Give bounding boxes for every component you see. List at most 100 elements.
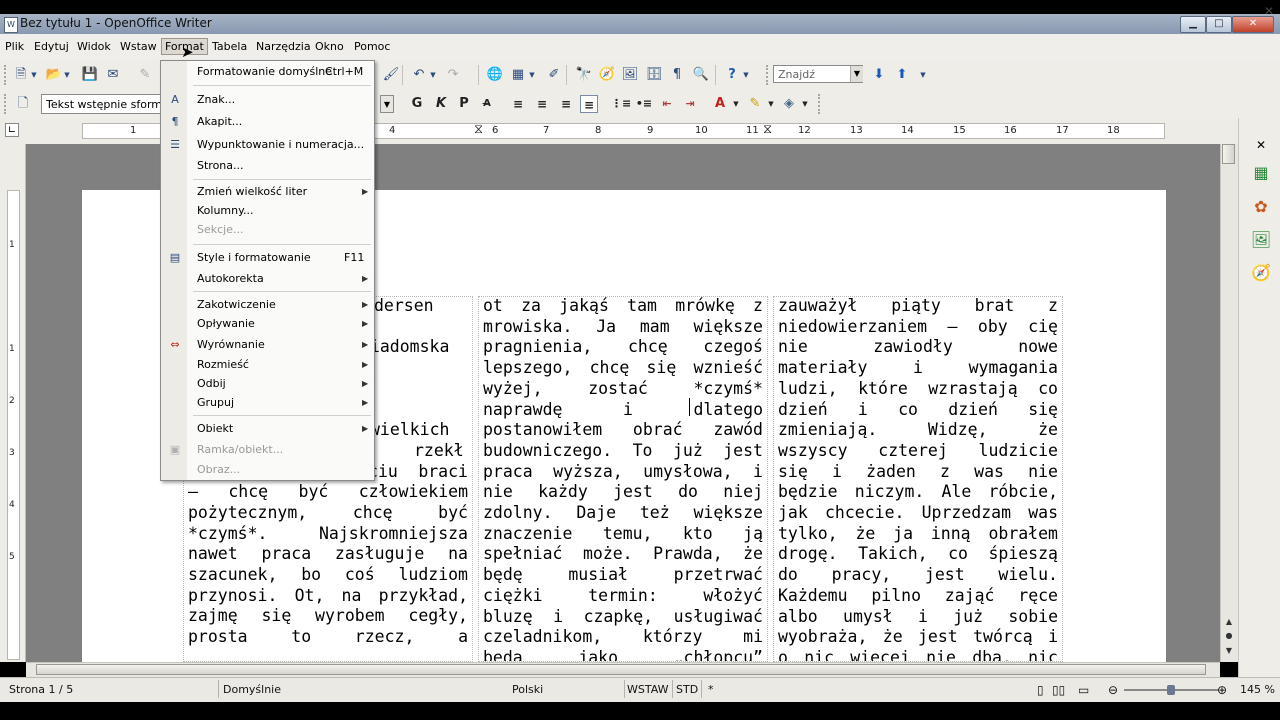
undo-dropdown-icon[interactable]: ▼ [428, 66, 438, 84]
toolbar-grip[interactable] [818, 94, 824, 114]
menu-item-wrap[interactable]: Opływanie [197, 317, 255, 330]
page-style[interactable]: Domyślnie [223, 683, 281, 696]
next-page-icon[interactable]: ▼ [1222, 645, 1236, 657]
book-view-icon[interactable]: ▭ [1078, 683, 1089, 697]
align-right-icon[interactable]: ≡ [557, 95, 575, 113]
menu-edytuj[interactable]: Edytuj [34, 40, 69, 53]
new-dropdown-icon[interactable]: ▼ [29, 66, 39, 84]
toolbar-grip[interactable] [4, 94, 10, 114]
menu-widok[interactable]: Widok [77, 40, 111, 53]
horizontal-scroll-thumb[interactable] [36, 664, 1206, 675]
justify-icon[interactable]: ≡ [580, 95, 598, 113]
vertical-scrollbar[interactable] [1220, 144, 1238, 662]
menu-plik[interactable]: Plik [5, 40, 24, 53]
text-column-2[interactable]: ot za jakąś tam mrówkę z mrowiska. Ja ma… [478, 296, 768, 662]
underline-icon[interactable]: P [455, 95, 473, 113]
toolbar-grip[interactable] [4, 65, 10, 85]
find-dropdown-icon[interactable]: ▼ [850, 66, 863, 82]
menu-item-bullets-numbering[interactable]: Wypunktowanie i numeracja... [197, 138, 364, 151]
menu-item-alignment[interactable]: Wyrównanie [197, 338, 265, 351]
numbering-icon[interactable]: ⋮≡ [611, 95, 631, 113]
menu-item-columns[interactable]: Kolumny... [197, 204, 254, 217]
align-left-icon[interactable]: ≡ [509, 95, 527, 113]
italic-icon[interactable]: K [432, 95, 450, 113]
font-color-dropdown-icon[interactable]: ▼ [731, 95, 741, 113]
decrease-indent-icon[interactable]: ⇤ [658, 95, 676, 113]
toolbar-overflow-icon[interactable]: ▼ [918, 66, 928, 84]
menu-wstaw[interactable]: Wstaw [120, 40, 157, 53]
vertical-ruler-strip[interactable] [7, 190, 20, 660]
toolbar-grip[interactable] [766, 65, 772, 85]
menu-item-arrange[interactable]: Rozmieść [197, 358, 249, 371]
tab-stop-selector-icon[interactable]: ∟ [5, 123, 19, 137]
nonprinting-characters-icon[interactable]: ¶ [668, 66, 686, 84]
font-color-icon[interactable]: A [711, 95, 729, 113]
page-indicator[interactable]: Strona 1 / 5 [9, 683, 73, 696]
vertical-scroll-thumb[interactable] [1222, 144, 1235, 164]
draw-functions-icon[interactable]: ✐ [545, 66, 563, 84]
open-dropdown-icon[interactable]: ▼ [62, 66, 72, 84]
increase-indent-icon[interactable]: ⇥ [681, 95, 699, 113]
find-previous-icon[interactable]: ⬆ [893, 66, 911, 84]
menu-narzedzia[interactable]: Narzędzia [256, 40, 311, 53]
menu-item-default-formatting[interactable]: Formatowanie domyślne [197, 65, 332, 78]
close-document-icon[interactable]: ✕ [1262, 4, 1276, 18]
font-size-dropdown-icon[interactable]: ▼ [380, 95, 394, 113]
menu-item-page[interactable]: Strona... [197, 159, 244, 172]
language[interactable]: Polski [512, 683, 543, 696]
menu-item-change-case[interactable]: Zmień wielkość liter [197, 185, 307, 198]
character-highlight-icon[interactable]: A̶ [478, 95, 496, 113]
column-margin-marker-icon[interactable]: ⧖ [474, 122, 483, 137]
zoom-icon[interactable]: 🔍 [692, 66, 710, 84]
open-folder-icon[interactable]: 📂 [45, 66, 63, 84]
zoom-in-icon[interactable]: ⊕ [1217, 683, 1227, 697]
data-sources-icon[interactable]: 🗄 [645, 66, 663, 84]
menu-item-anchor[interactable]: Zakotwiczenie [197, 298, 276, 311]
column-margin-marker-icon[interactable]: ⧖ [763, 122, 772, 137]
scroll-up-icon[interactable]: ▲ [1222, 616, 1236, 628]
table-dropdown-icon[interactable]: ▼ [527, 66, 537, 84]
paragraph-style-select[interactable]: Tekst wstępnie sformatowany [41, 94, 161, 114]
single-page-view-icon[interactable]: ▯ [1037, 683, 1044, 697]
close-window-button[interactable]: ✕ [1232, 16, 1274, 33]
menu-item-object[interactable]: Obiekt [197, 422, 233, 435]
selection-mode[interactable]: STD [676, 683, 698, 696]
find-replace-icon[interactable]: 🔭 [575, 66, 593, 84]
menu-pomoc[interactable]: Pomoc [354, 40, 390, 53]
highlighting-dropdown-icon[interactable]: ▼ [766, 95, 776, 113]
edit-file-icon[interactable]: ✎ [136, 66, 154, 84]
background-color-dropdown-icon[interactable]: ▼ [800, 95, 810, 113]
text-column-3[interactable]: zauważył piąty brat z niedowierzaniem — … [773, 296, 1063, 662]
navigator-sidebar-icon[interactable]: 🧭 [1250, 262, 1272, 284]
help-dropdown-icon[interactable]: ▼ [741, 66, 751, 84]
hyperlink-icon[interactable]: 🌐 [486, 66, 504, 84]
menu-item-autocorrect[interactable]: Autokorekta [197, 272, 264, 285]
save-icon[interactable]: 💾 [81, 66, 99, 84]
menu-item-flip[interactable]: Odbij [197, 377, 226, 390]
gallery-icon[interactable]: 🖼 [621, 66, 639, 84]
properties-icon[interactable]: ▦ [1250, 162, 1272, 184]
gallery-sidebar-icon[interactable]: 🖼 [1250, 229, 1272, 251]
sidebar-close-icon[interactable]: ✕ [1250, 134, 1272, 156]
menu-okno[interactable]: Okno [315, 40, 344, 53]
zoom-out-icon[interactable]: ⊖ [1108, 683, 1118, 697]
highlighting-icon[interactable]: ✎ [746, 95, 764, 113]
styles-formatting-icon[interactable]: 🗋 [14, 95, 32, 113]
find-next-icon[interactable]: ⬇ [870, 66, 888, 84]
email-icon[interactable]: ✉ [104, 66, 122, 84]
menu-tabela[interactable]: Tabela [212, 40, 247, 53]
previous-page-icon[interactable]: ● [1222, 630, 1236, 642]
undo-icon[interactable]: ↶ [410, 66, 428, 84]
navigator-icon[interactable]: 🧭 [598, 66, 616, 84]
insert-mode[interactable]: WSTAW [627, 683, 669, 696]
multi-page-view-icon[interactable]: ▯▯ [1052, 683, 1065, 697]
menu-item-paragraph[interactable]: Akapit... [197, 115, 242, 128]
align-center-icon[interactable]: ≡ [533, 95, 551, 113]
background-color-icon[interactable]: ◈ [780, 95, 798, 113]
help-icon[interactable]: ? [723, 66, 741, 84]
zoom-slider-handle[interactable] [1167, 685, 1175, 695]
menu-item-group[interactable]: Grupuj [197, 396, 234, 409]
minimize-button[interactable]: ▁ [1180, 16, 1206, 33]
menu-item-styles-formatting[interactable]: Style i formatowanie [197, 251, 311, 264]
menu-item-character[interactable]: Znak... [197, 93, 235, 106]
